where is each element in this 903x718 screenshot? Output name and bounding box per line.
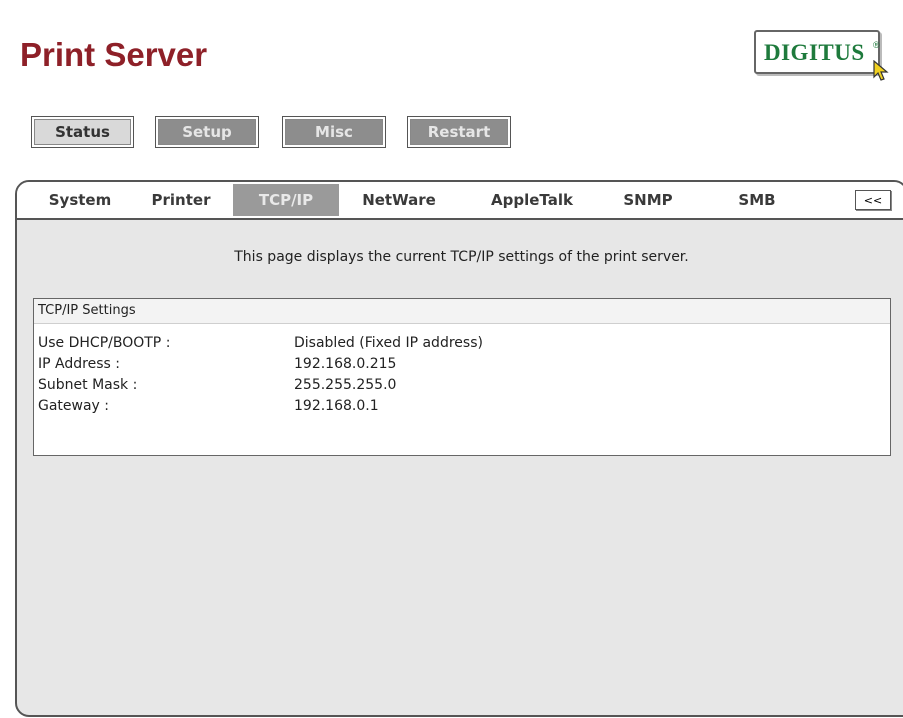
tabs-collapse-button[interactable]: <<: [855, 190, 891, 210]
tab-netware[interactable]: NetWare: [344, 184, 454, 216]
tcpip-settings-box: TCP/IP Settings Use DHCP/BOOTP : Disable…: [33, 298, 891, 456]
tab-tcpip[interactable]: TCP/IP: [233, 184, 339, 216]
digitus-logo: DIGITUS ®: [754, 30, 892, 84]
tab-smb[interactable]: SMB: [724, 184, 790, 216]
setup-button-label: Setup: [158, 119, 256, 145]
registered-mark: ®: [873, 40, 880, 50]
status-button[interactable]: Status: [31, 116, 134, 148]
restart-button[interactable]: Restart: [407, 116, 511, 148]
tab-snmp[interactable]: SNMP: [610, 184, 686, 216]
setting-value: 255.255.255.0: [294, 377, 397, 393]
setting-value: 192.168.0.1: [294, 398, 379, 414]
content-panel: System Printer TCP/IP NetWare AppleTalk …: [15, 180, 903, 717]
page-title: Print Server: [20, 36, 208, 73]
misc-button[interactable]: Misc: [282, 116, 386, 148]
tab-bar: System Printer TCP/IP NetWare AppleTalk …: [17, 182, 903, 220]
status-button-label: Status: [34, 119, 131, 145]
page-description: This page displays the current TCP/IP se…: [234, 249, 689, 265]
setting-value: Disabled (Fixed IP address): [294, 335, 483, 351]
tab-appletalk[interactable]: AppleTalk: [472, 184, 592, 216]
setting-label: Subnet Mask :: [38, 377, 138, 393]
logo-text: DIGITUS: [764, 40, 865, 65]
misc-button-label: Misc: [285, 119, 383, 145]
setting-value: 192.168.0.215: [294, 356, 397, 372]
logo-frame: DIGITUS ®: [754, 30, 880, 74]
setup-button[interactable]: Setup: [155, 116, 259, 148]
setting-label: Use DHCP/BOOTP :: [38, 335, 171, 351]
restart-button-label: Restart: [410, 119, 508, 145]
tab-system[interactable]: System: [31, 184, 129, 216]
tab-printer[interactable]: Printer: [139, 184, 223, 216]
cursor-icon: [873, 60, 889, 81]
setting-label: IP Address :: [38, 356, 120, 372]
settings-section-title: TCP/IP Settings: [34, 299, 890, 324]
setting-label: Gateway :: [38, 398, 110, 414]
